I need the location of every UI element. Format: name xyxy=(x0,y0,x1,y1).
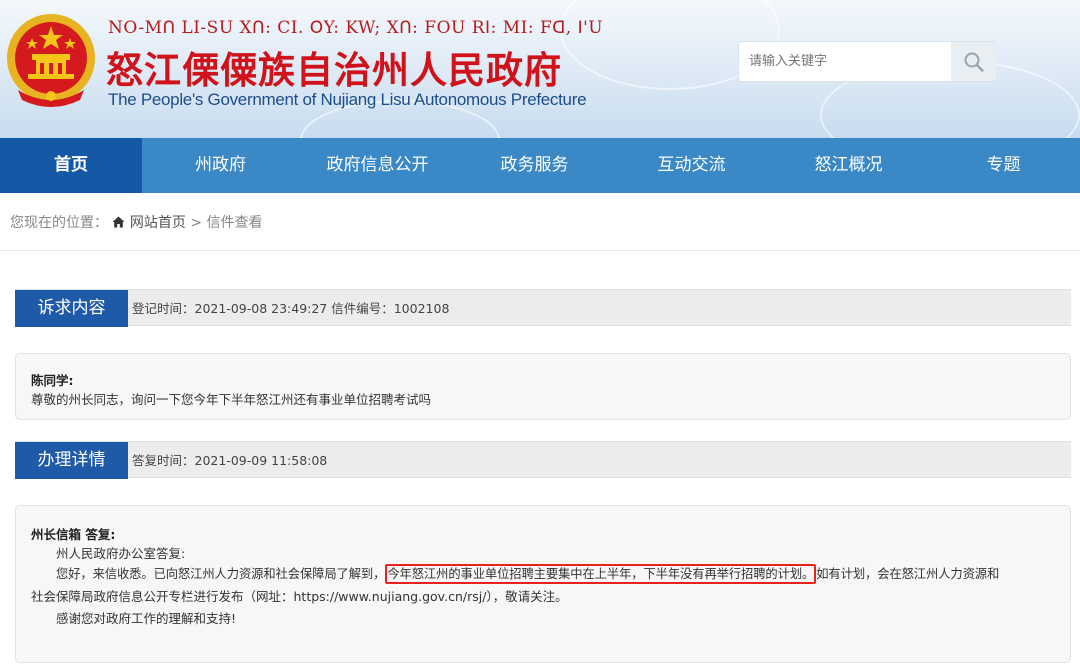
reply-line-2-pre: 您好，来信收悉。已向怒江州人力资源和社会保障局了解到， xyxy=(56,567,386,581)
search-button[interactable] xyxy=(951,42,996,81)
nav-item-topics[interactable]: 专题 xyxy=(927,138,1080,193)
request-meta: 登记时间：2021-09-08 23:49:27 信件编号：1002108 xyxy=(132,301,450,316)
search-box xyxy=(738,41,996,82)
nav-item-government-info[interactable]: 政府信息公开 xyxy=(299,138,456,193)
nav-item-government-services[interactable]: 政务服务 xyxy=(456,138,613,193)
breadcrumb: 您现在的位置： 网站首页 > 信件查看 xyxy=(10,212,263,232)
request-section-header: 诉求内容 登记时间：2021-09-08 23:49:27 信件编号：10021… xyxy=(15,289,1071,327)
site-header: NO-Mꓵ LI-SU Xꓵ: CI. ꓳY: KW; Xꓵ: FOU Rꓲ: … xyxy=(0,0,1080,138)
reply-line-2-post: 如有计划，会在怒江州人力资源和 xyxy=(816,567,1000,581)
nav-item-interaction[interactable]: 互动交流 xyxy=(613,138,770,193)
reply-tag: 办理详情 xyxy=(15,442,128,479)
request-content-box: 陈同学: 尊敬的州长同志，询问一下您今年下半年怒江州还有事业单位招聘考试吗 xyxy=(15,353,1071,420)
breadcrumb-home-label: 网站首页 xyxy=(129,215,186,231)
reply-line-3: 社会保障局政府信息公开专栏进行发布（网址：https://www.nujiang… xyxy=(31,589,568,604)
nav-item-home[interactable]: 首页 xyxy=(0,138,142,193)
english-title: The People's Government of Nujiang Lisu … xyxy=(108,90,587,109)
nav-item-prefecture-government[interactable]: 州政府 xyxy=(142,138,299,193)
request-tag: 诉求内容 xyxy=(15,290,128,327)
site-title: 怒江傈僳族自治州人民政府 xyxy=(106,48,562,92)
nav-item-nujiang-overview[interactable]: 怒江概况 xyxy=(770,138,927,193)
request-body: 尊敬的州长同志，询问一下您今年下半年怒江州还有事业单位招聘考试吗 xyxy=(31,392,432,407)
lisu-title: NO-Mꓵ LI-SU Xꓵ: CI. ꓳY: KW; Xꓵ: FOU Rꓲ: … xyxy=(108,18,604,38)
reply-line-1: 州人民政府办公室答复: xyxy=(56,546,186,561)
breadcrumb-prefix: 您现在的位置： xyxy=(10,215,108,231)
main-nav: 首页 州政府 政府信息公开 政务服务 互动交流 怒江概况 专题 xyxy=(0,138,1080,193)
request-author: 陈同学: xyxy=(31,373,74,388)
reply-section-header: 办理详情 答复时间：2021-09-09 11:58:08 xyxy=(15,441,1071,479)
home-icon xyxy=(112,216,125,228)
national-emblem-icon xyxy=(7,14,95,107)
search-icon xyxy=(964,52,984,72)
divider xyxy=(0,250,1080,251)
breadcrumb-home-link[interactable]: 网站首页 xyxy=(112,215,190,231)
highlighted-answer: 今年怒江州的事业单位招聘主要集中在上半年，下半年没有再举行招聘的计划。 xyxy=(385,564,817,584)
reply-line-4: 感谢您对政府工作的理解和支持! xyxy=(56,611,237,626)
reply-line-2: 您好，来信收悉。已向怒江州人力资源和社会保障局了解到， 今年怒江州的事业单位招聘主… xyxy=(56,564,1000,584)
breadcrumb-current: 信件查看 xyxy=(206,215,263,231)
search-input[interactable] xyxy=(739,42,951,81)
reply-content-box: 州长信箱 答复: 州人民政府办公室答复: 您好，来信收悉。已向怒江州人力资源和社… xyxy=(15,505,1071,663)
reply-author: 州长信箱 答复: xyxy=(31,527,116,542)
reply-meta: 答复时间：2021-09-09 11:58:08 xyxy=(132,453,328,468)
breadcrumb-separator: > xyxy=(190,215,203,231)
